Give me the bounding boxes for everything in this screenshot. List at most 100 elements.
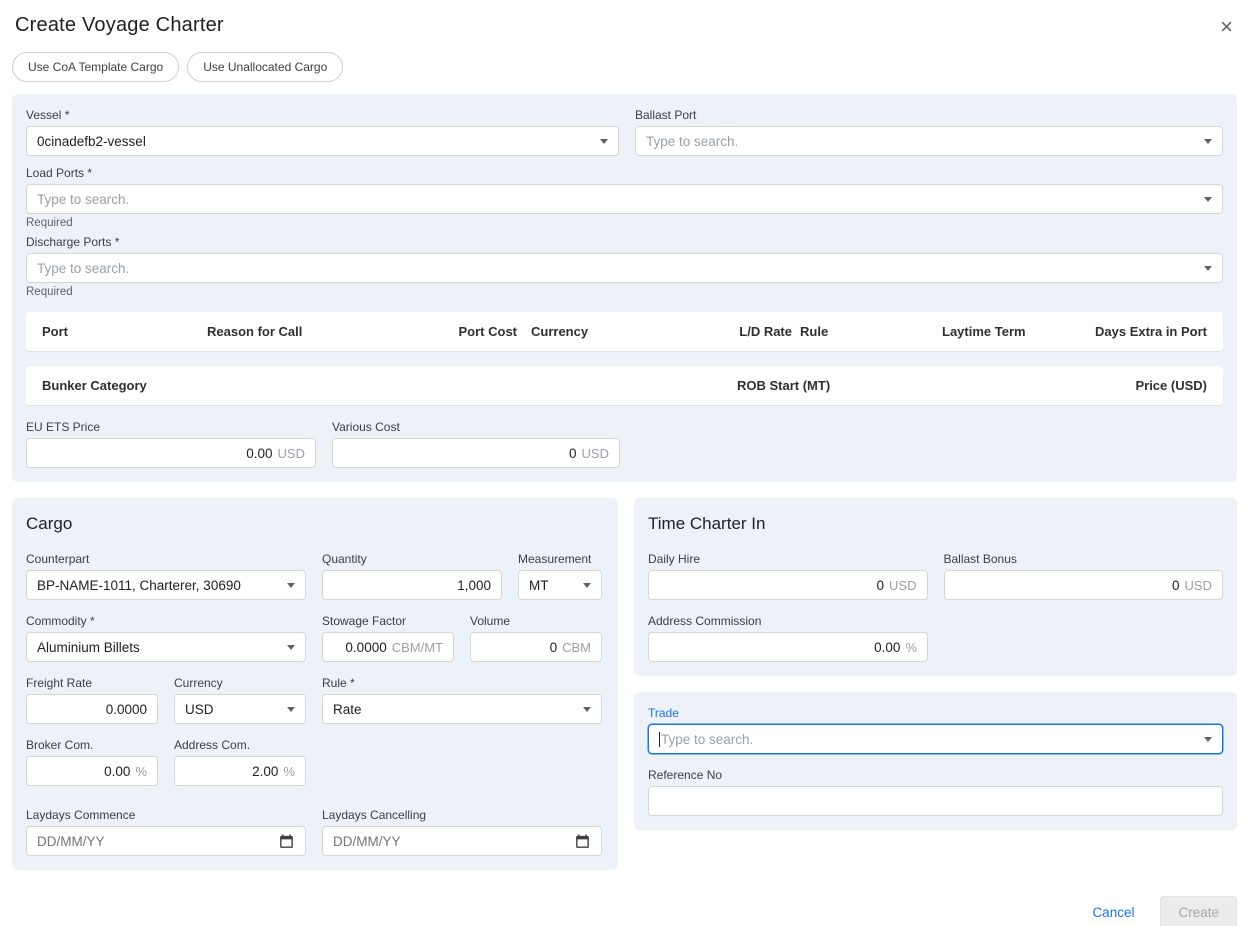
currency-label: Currency [174,676,306,690]
chevron-down-icon [1204,197,1212,202]
address-commission-unit: % [905,640,917,655]
ballast-port-placeholder: Type to search. [646,134,1196,149]
use-unallocated-cargo-button[interactable]: Use Unallocated Cargo [187,52,343,82]
cancel-button[interactable]: Cancel [1092,905,1134,920]
currency-select[interactable]: USD [174,694,306,724]
ballast-bonus-input[interactable]: USD [944,570,1224,600]
time-charter-in-title: Time Charter In [648,514,1223,534]
ballast-bonus-value[interactable] [955,578,1180,593]
various-cost-value[interactable] [343,446,577,461]
daily-hire-value[interactable] [659,578,884,593]
address-com-input[interactable]: % [174,756,306,786]
currency-field: Currency USD [174,676,306,724]
counterpart-select[interactable]: BP-NAME-1011, Charterer, 30690 [26,570,306,600]
col-header-laytime-term: Laytime Term [942,324,1082,339]
address-com-field: Address Com. % [174,738,306,786]
col-header-reason-for-call: Reason for Call [207,324,432,339]
daily-hire-input[interactable]: USD [648,570,928,600]
volume-value[interactable] [481,640,557,655]
chevron-down-icon [1204,139,1212,144]
load-ports-select[interactable]: Type to search. [26,184,1223,214]
reference-no-field: Reference No [648,768,1223,816]
commodity-label: Commodity * [26,614,306,628]
col-header-bunker-category: Bunker Category [42,378,737,393]
address-commission-value[interactable] [659,640,900,655]
discharge-ports-select[interactable]: Type to search. [26,253,1223,283]
commodity-field: Commodity * Aluminium Billets [26,614,306,662]
laydays-cancelling-input[interactable] [322,826,602,856]
dialog-header: Create Voyage Charter × [12,14,1237,40]
measurement-value: MT [529,578,575,593]
measurement-label: Measurement [518,552,602,566]
create-button[interactable]: Create [1160,896,1237,926]
broker-com-value[interactable] [37,764,130,779]
reference-no-value[interactable] [659,794,1212,809]
various-cost-field: Various Cost USD [332,420,620,468]
quantity-input[interactable] [322,570,502,600]
rule-select[interactable]: Rate [322,694,602,724]
calendar-icon[interactable] [574,833,591,850]
stowage-factor-field: Stowage Factor CBM/MT [322,614,454,662]
chevron-down-icon [600,139,608,144]
chevron-down-icon [287,707,295,712]
ballast-port-field: Ballast Port Type to search. [635,108,1223,156]
ballast-port-select[interactable]: Type to search. [635,126,1223,156]
quantity-value[interactable] [333,578,491,593]
various-cost-unit: USD [582,446,609,461]
laydays-commence-value[interactable] [37,834,270,849]
page-title: Create Voyage Charter [15,14,224,37]
freight-rate-value[interactable] [37,702,147,717]
create-voyage-charter-dialog: Create Voyage Charter × Use CoA Template… [0,0,1259,926]
trade-panel: Trade Type to search. Reference No [634,692,1237,830]
freight-rate-input[interactable] [26,694,158,724]
stowage-factor-value[interactable] [333,640,387,655]
ballast-bonus-field: Ballast Bonus USD [944,552,1224,600]
address-commission-input[interactable]: % [648,632,928,662]
calendar-icon[interactable] [278,833,295,850]
trade-label: Trade [648,706,1223,720]
chevron-down-icon [1204,737,1212,742]
commodity-select[interactable]: Aluminium Billets [26,632,306,662]
various-cost-label: Various Cost [332,420,620,434]
quantity-label: Quantity [322,552,502,566]
voyage-details-panel: Vessel * 0cinadefb2-vessel Ballast Port … [12,94,1237,482]
broker-com-label: Broker Com. [26,738,158,752]
use-coa-template-cargo-button[interactable]: Use CoA Template Cargo [12,52,179,82]
ports-table-header: Port Reason for Call Port Cost Currency … [26,312,1223,352]
eu-ets-price-value[interactable] [37,446,273,461]
rule-field: Rule * Rate [322,676,602,724]
broker-com-input[interactable]: % [26,756,158,786]
volume-input[interactable]: CBM [470,632,602,662]
various-cost-input[interactable]: USD [332,438,620,468]
template-buttons-row: Use CoA Template Cargo Use Unallocated C… [12,52,1237,82]
reference-no-input[interactable] [648,786,1223,816]
chevron-down-icon [1204,266,1212,271]
close-icon[interactable]: × [1216,14,1237,40]
vessel-select[interactable]: 0cinadefb2-vessel [26,126,619,156]
freight-rate-field: Freight Rate [26,676,158,724]
eu-ets-price-input[interactable]: USD [26,438,316,468]
chevron-down-icon [287,645,295,650]
trade-select[interactable]: Type to search. [648,724,1223,754]
broker-com-field: Broker Com. % [26,738,158,786]
laydays-cancelling-value[interactable] [333,834,566,849]
laydays-commence-input[interactable] [26,826,306,856]
measurement-select[interactable]: MT [518,570,602,600]
counterpart-value: BP-NAME-1011, Charterer, 30690 [37,578,279,593]
discharge-ports-label: Discharge Ports * [26,235,1223,249]
stowage-factor-unit: CBM/MT [392,640,443,655]
cargo-title: Cargo [26,514,604,534]
stowage-factor-input[interactable]: CBM/MT [322,632,454,662]
dialog-actions: Cancel Create [12,896,1237,926]
laydays-commence-field: Laydays Commence [26,808,306,856]
chevron-down-icon [287,583,295,588]
address-com-value[interactable] [185,764,278,779]
load-ports-required-note: Required [26,217,1223,229]
text-cursor [659,732,660,747]
vessel-value: 0cinadefb2-vessel [37,134,592,149]
ballast-port-label: Ballast Port [635,108,1223,122]
col-header-ld-rate: L/D Rate [717,324,792,339]
col-header-currency: Currency [517,324,717,339]
col-header-rob-start: ROB Start (MT) [737,378,1135,393]
reference-no-label: Reference No [648,768,1223,782]
